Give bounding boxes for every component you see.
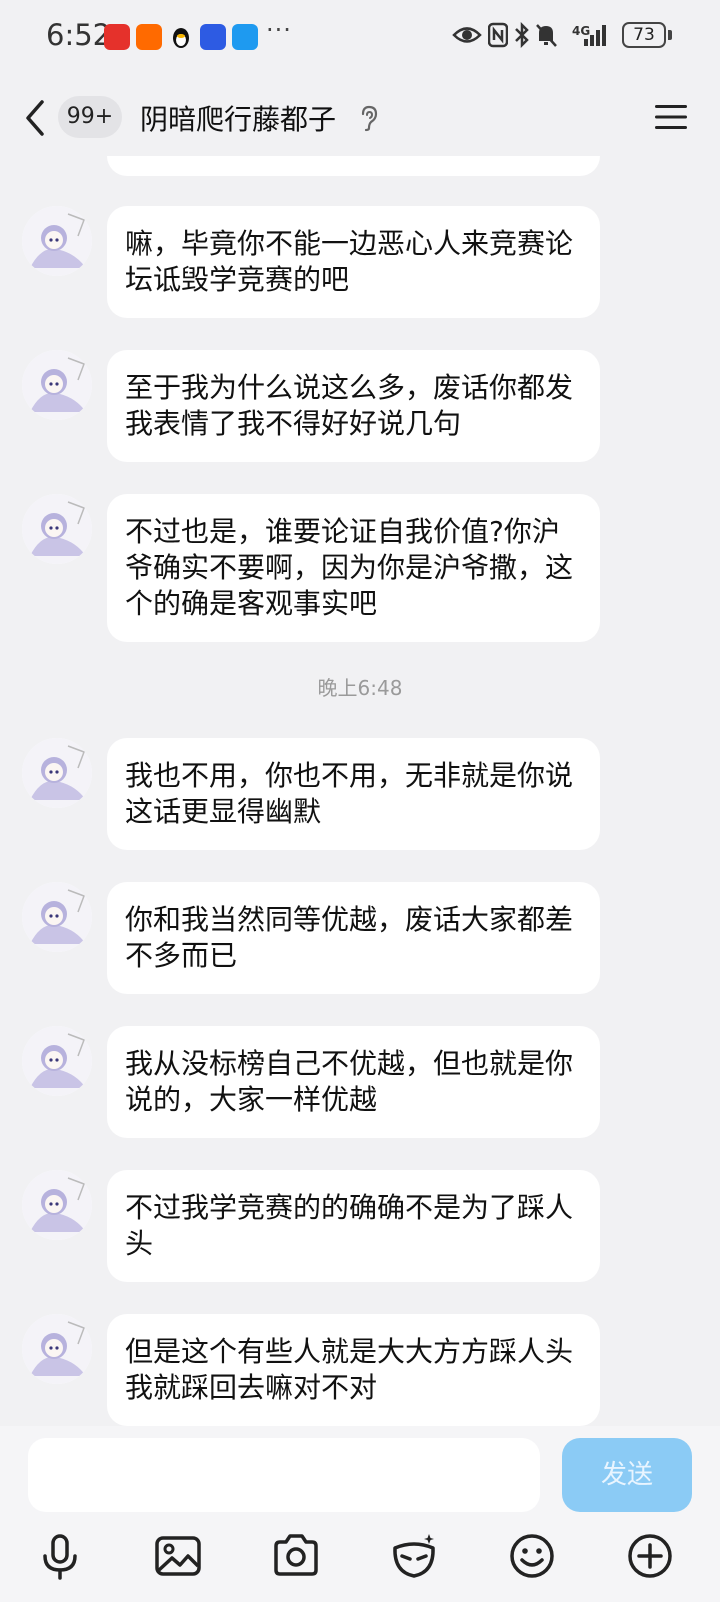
message-bubble[interactable]: 不过也是，谁要论证自我价值?你沪爷确实不要啊，因为你是沪爷撒，这个的确是客观事实… <box>107 494 600 642</box>
send-button[interactable]: 发送 <box>562 1438 692 1512</box>
avatar[interactable] <box>22 738 92 808</box>
battery-tip <box>668 30 672 40</box>
message-input[interactable] <box>28 1438 540 1512</box>
message-bubble[interactable]: 嘛，毕竟你不能一边恶心人来竞赛论坛诋毁学竞赛的吧 <box>107 206 600 318</box>
message-bubble[interactable]: 你和我当然同等优越，废话大家都差不多而已 <box>107 882 600 994</box>
message-bubble[interactable]: 我从没标榜自己不优越，但也就是你说的，大家一样优越 <box>107 1026 600 1138</box>
image-icon[interactable] <box>154 1532 202 1580</box>
emoji-icon[interactable] <box>508 1532 556 1580</box>
status-bar: 6:52 ··· 4G 73 <box>0 0 720 72</box>
chat-header: 99+ 阴暗爬行藤都子 <box>0 80 720 156</box>
cloud-app-icon <box>232 24 258 50</box>
battery-level: 73 <box>622 22 666 48</box>
microphone-icon[interactable] <box>36 1532 84 1580</box>
ear-icon[interactable] <box>358 104 380 132</box>
composer: 发送 <box>0 1426 720 1602</box>
bluetooth-icon <box>515 22 529 48</box>
message-timestamp: 晚上6:48 <box>317 676 403 700</box>
plus-icon[interactable] <box>626 1532 674 1580</box>
avatar[interactable] <box>22 1170 92 1240</box>
mute-bell-icon <box>536 24 557 47</box>
back-arrow-icon[interactable] <box>22 98 48 138</box>
sticker-mask-icon[interactable] <box>390 1532 438 1580</box>
avatar[interactable] <box>22 882 92 952</box>
unread-count-badge[interactable]: 99+ <box>58 96 122 138</box>
nfc-icon <box>488 22 508 48</box>
avatar[interactable] <box>22 350 92 420</box>
more-notifications-icon: ··· <box>266 16 292 44</box>
avatar[interactable] <box>22 1314 92 1384</box>
eye-icon <box>452 27 482 43</box>
message-bubble[interactable]: 至于我为什么说这么多，废话你都发我表情了我不得好好说几句 <box>107 350 600 462</box>
signal-icon <box>584 25 606 46</box>
status-time: 6:52 <box>46 18 112 52</box>
avatar[interactable] <box>22 1026 92 1096</box>
avatar[interactable] <box>22 206 92 276</box>
baidu-app-icon <box>200 24 226 50</box>
chat-title[interactable]: 阴暗爬行藤都子 <box>140 98 336 138</box>
message-bubble[interactable]: 不过我学竞赛的的确确不是为了踩人头 <box>107 1170 600 1282</box>
message-list[interactable]: 嘛，毕竟你不能一边恶心人来竞赛论坛诋毁学竞赛的吧 至于我为什么说这么多，废话你都… <box>0 156 720 1426</box>
message-bubble[interactable]: 我也不用，你也不用，无非就是你说这话更显得幽默 <box>107 738 600 850</box>
menu-icon[interactable] <box>654 102 688 132</box>
message-bubble[interactable]: 但是这个有些人就是大大方方踩人头我就踩回去嘛对不对 <box>107 1314 600 1426</box>
taobao-app-icon <box>136 24 162 50</box>
notification-app-icon <box>104 24 130 50</box>
avatar[interactable] <box>22 494 92 564</box>
partial-message-bubble[interactable] <box>107 156 600 176</box>
qq-penguin-icon <box>168 24 194 50</box>
camera-icon[interactable] <box>272 1532 320 1580</box>
